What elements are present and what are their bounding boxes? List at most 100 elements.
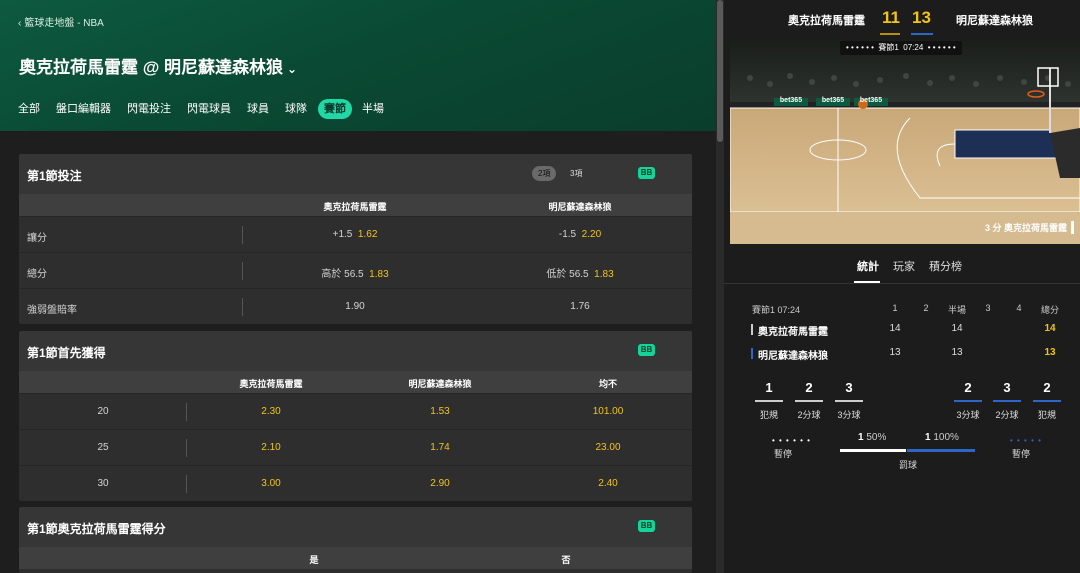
home-2pt: 2 2分球	[791, 380, 827, 421]
odds-button-home[interactable]: 高於 56.5 1.83	[321, 265, 388, 280]
odds-button-home[interactable]: 2.10	[261, 442, 280, 453]
market-row: 讓分 +1.5 1.62 -1.5 2.20	[19, 216, 692, 252]
col-header-home: 奧克拉荷馬雷霆	[323, 202, 387, 212]
away-ft-bar	[907, 449, 975, 452]
ad-board: bet365	[859, 97, 883, 104]
col-header-no: 否	[561, 555, 571, 565]
filter-pill-3[interactable]: 3項	[564, 166, 588, 181]
filter-pill-2[interactable]: 2項	[532, 166, 557, 181]
scoreboard: 奧克拉荷馬雷霆 11 13 明尼蘇達森林狼	[724, 0, 1080, 38]
odds-button-away[interactable]: 1.74	[430, 442, 449, 453]
team-score-row: 奧克拉荷馬雷霆 14 14 14	[751, 316, 1062, 340]
market-row: 30 3.00 2.90 2.40	[19, 465, 692, 501]
active-tab-indicator	[854, 281, 880, 283]
tab-standings[interactable]: 積分榜	[929, 258, 962, 274]
home-timeouts-dots: • • • • • •	[772, 436, 811, 445]
odds-button-home[interactable]: +1.5 1.62	[333, 229, 378, 240]
ad-board: bet365	[779, 97, 803, 104]
stats-tabs: 統計 玩家 積分榜	[724, 250, 1080, 284]
period-clock: 賽節1 07:24	[752, 305, 801, 315]
home-ft-bar	[840, 449, 906, 452]
away-timeouts-dots: • • • • •	[1010, 436, 1042, 445]
market-tabs: 全部 盤口編輯器 閃電投注 閃電球員 球員 球隊 賽節 半場	[18, 99, 400, 119]
stat-value: 2	[805, 380, 813, 395]
stat-underline	[795, 400, 823, 402]
col-header-yes: 是	[309, 555, 319, 565]
bet-builder-badge: BB	[638, 344, 655, 356]
home-color-bar	[880, 33, 900, 35]
markets-panel: ‹ 籃球走地盤 - NBA 奧克拉荷馬雷霆 @ 明尼蘇達森林狼 ⌄ 全部 盤口編輯器…	[0, 0, 716, 573]
divider	[186, 403, 187, 421]
clock-label: 07:24	[903, 43, 924, 52]
market-header[interactable]: 第1節投注 2項 3項 BB	[19, 154, 692, 194]
ft-made: 1	[858, 432, 864, 443]
divider	[242, 226, 243, 244]
tab-teams[interactable]: 球隊	[285, 99, 307, 119]
chevron-left-icon: ‹	[18, 18, 22, 29]
market-row: 20 2.30 1.53 101.00	[19, 393, 692, 429]
market-card-q1-bets: 第1節投注 2項 3項 BB 奧克拉荷馬雷霆 明尼蘇達森林狼 讓分 +1.5 1…	[19, 154, 692, 324]
col-header-neither: 均不	[598, 379, 618, 389]
line: 高於 56.5	[321, 269, 364, 280]
column-headers: 奧克拉荷馬雷霆 明尼蘇達森林狼	[19, 194, 692, 216]
period-label: 賽節1	[878, 43, 899, 52]
market-header[interactable]: 第1節奧克拉荷馬雷霆得分 BB	[19, 507, 692, 547]
scrollbar-thumb[interactable]	[717, 0, 723, 142]
tab-flash-player[interactable]: 閃電球員	[187, 99, 231, 119]
team-name: 奧克拉荷馬雷霆	[758, 327, 828, 338]
odds-button-home[interactable]: 2.30	[261, 406, 280, 417]
row-label: 讓分	[27, 233, 47, 244]
market-row: 總分 高於 56.5 1.83 低於 56.5 1.83	[19, 252, 692, 288]
stat-label: 犯規	[759, 410, 778, 420]
stat-underline	[835, 400, 863, 402]
home-timeouts-label: 暫停	[774, 449, 793, 459]
score-table: 賽節1 07:24 1 2 半場 3 4 總分 奧克拉荷馬雷霆 14 14 14…	[751, 300, 1062, 364]
odds-button-away[interactable]: 1.76	[570, 301, 589, 312]
col-q1: 1	[892, 303, 898, 313]
stat-label: 3分球	[837, 410, 861, 420]
line: +1.5	[332, 229, 353, 240]
team-score-row: 明尼蘇達森林狼 13 13 13	[751, 340, 1062, 364]
market-title: 第1節奧克拉荷馬雷霆得分	[27, 522, 166, 536]
tab-flash-bet[interactable]: 閃電投注	[127, 99, 171, 119]
event-caption: 3 分 奧克拉荷馬雷霆	[985, 221, 1074, 234]
odds-button-away[interactable]: 2.90	[430, 478, 449, 489]
odds-button-neither[interactable]: 101.00	[593, 406, 624, 417]
tab-stats[interactable]: 統計	[857, 258, 879, 274]
timeouts-dots-home: • • • • • •	[846, 43, 874, 52]
odds-button-neither[interactable]: 2.40	[598, 478, 617, 489]
market-row: 強弱盤賠率 1.90 1.76	[19, 288, 692, 324]
stat-value: 2	[964, 380, 972, 395]
tab-players[interactable]: 玩家	[893, 258, 915, 274]
total-score: 14	[1044, 323, 1056, 334]
col-header-away: 明尼蘇達森林狼	[548, 202, 612, 212]
odds-button-away[interactable]: -1.5 2.20	[559, 229, 601, 240]
tab-all[interactable]: 全部	[18, 99, 40, 119]
stat-label: 犯規	[1037, 410, 1056, 420]
breadcrumb[interactable]: ‹ 籃球走地盤 - NBA	[18, 14, 104, 29]
odds-button-neither[interactable]: 23.00	[595, 442, 620, 453]
event-header: ‹ 籃球走地盤 - NBA 奧克拉荷馬雷霆 @ 明尼蘇達森林狼 ⌄ 全部 盤口編輯器…	[0, 0, 716, 131]
market-header[interactable]: 第1節首先獲得 BB	[19, 331, 692, 371]
ad-board: bet365	[821, 97, 845, 104]
chevron-down-icon: ⌄	[287, 61, 298, 76]
event-title[interactable]: 奧克拉荷馬雷霆 @ 明尼蘇達森林狼 ⌄	[19, 53, 297, 78]
odds-button-home[interactable]: 1.90	[345, 301, 364, 312]
scrollbar[interactable]	[716, 0, 724, 573]
odds: 1.62	[357, 229, 378, 240]
tab-players[interactable]: 球員	[247, 99, 269, 119]
tab-bet-builder[interactable]: 盤口編輯器	[56, 99, 111, 119]
divider	[186, 475, 187, 493]
odds-button-home[interactable]: 3.00	[261, 478, 280, 489]
match-visualisation: • • • • • • 賽節1 07:24 • • • • • • bet365…	[730, 38, 1080, 244]
column-headers: 是 否	[19, 547, 692, 569]
odds-button-away[interactable]: 1.53	[430, 406, 449, 417]
odds: 2.20	[581, 229, 602, 240]
tab-half[interactable]: 半場	[362, 99, 384, 119]
divider	[242, 298, 243, 316]
tab-quarters[interactable]: 賽節	[318, 99, 352, 119]
away-color-bar	[911, 33, 933, 35]
odds: 1.83	[594, 269, 614, 280]
market-row: 25 2.10 1.74 23.00	[19, 429, 692, 465]
odds-button-away[interactable]: 低於 56.5 1.83	[546, 265, 613, 280]
